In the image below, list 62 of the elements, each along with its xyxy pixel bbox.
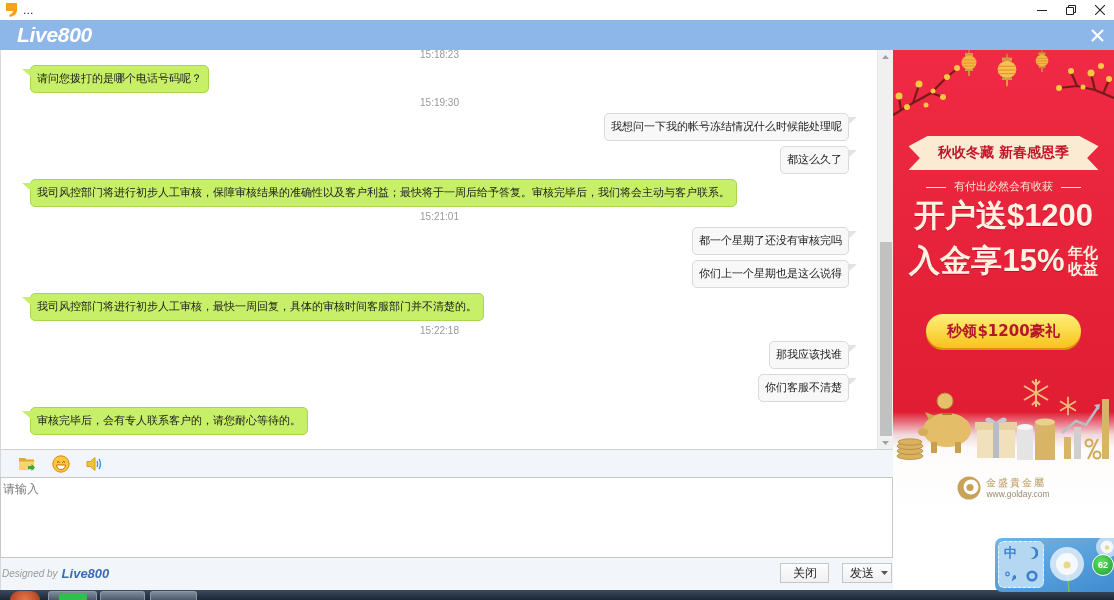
arrow-down-icon[interactable]	[882, 440, 889, 445]
visitor-message: 你们客服不清楚	[758, 374, 857, 402]
ad-subline: 入金享15%	[909, 242, 1065, 280]
cylinder-drawing	[1035, 418, 1055, 460]
timestamp: 15:19:30	[420, 98, 459, 108]
send-button[interactable]: 发送	[842, 563, 892, 583]
agent-message: 请问您拨打的是哪个电话号码呢？	[22, 65, 209, 93]
timestamp: 15:18:23	[420, 50, 459, 60]
app-icon	[58, 593, 87, 600]
close-button[interactable]: 关闭	[780, 563, 829, 583]
speaker-icon[interactable]	[86, 455, 103, 472]
agent-message: 我司风控部门将进行初步人工审核，保障审核结果的准确性以及客户利益；最快将于一周后给予答复。审核完毕后，我们将会主动与客户联系。	[22, 179, 737, 207]
input-mode-toggle[interactable]: 中	[1003, 546, 1017, 561]
ad-tagline: 有付出必然会有收获	[954, 180, 1053, 194]
dandelion-drawing	[1047, 544, 1087, 592]
caret-icon[interactable]	[881, 571, 888, 575]
punctuation-icon[interactable]	[1004, 570, 1016, 581]
minimize-icon[interactable]	[1036, 9, 1047, 11]
ad-brand-name: 金盛貴金屬	[986, 477, 1048, 489]
ad-cta-button[interactable]: 秒领$1200豪礼	[926, 314, 1081, 348]
taskbar-button[interactable]	[100, 591, 145, 600]
taskbar-button[interactable]	[150, 591, 197, 600]
ad-headline: 开户送$1200	[913, 198, 1094, 234]
scrollbar-thumb[interactable]	[879, 242, 892, 436]
piggy-bank-drawing	[917, 392, 973, 454]
lantern-icon	[997, 53, 1017, 87]
agent-message: 审核完毕后，会有专人联系客户的，请您耐心等待的。	[22, 407, 308, 435]
snowflake-icon	[1058, 396, 1078, 416]
visitor-message: 都这么久了	[780, 146, 857, 174]
app-icon	[6, 3, 17, 17]
logo-icon	[957, 476, 982, 500]
close-icon[interactable]	[1094, 5, 1105, 15]
start-button[interactable]	[10, 591, 40, 600]
lantern-icon	[961, 50, 977, 76]
visitor-message: 那我应该找谁	[769, 341, 857, 369]
counter-badge: 62	[1092, 554, 1114, 576]
coin-stack-drawing	[895, 438, 925, 460]
folder-icon[interactable]	[18, 455, 36, 472]
brand-link[interactable]: Live800	[61, 565, 110, 581]
visitor-message: 都一个星期了还没有审核完吗	[692, 227, 857, 255]
gift-box-drawing	[975, 416, 1017, 460]
timestamp: 15:22:18	[420, 326, 459, 336]
credit-text: Designed by	[2, 567, 58, 579]
window-title: ...	[23, 3, 34, 17]
visitor-message: 我想问一下我的帐号冻结情况什么时候能处理呢	[604, 113, 857, 141]
ad-yield-label: 年化收益	[1067, 245, 1098, 277]
ad-url: www.golday.com	[986, 489, 1050, 499]
snowflake-icon	[1021, 378, 1051, 408]
ring-icon[interactable]	[1026, 569, 1038, 582]
visitor-message: 你们上一个星期也是这么说得	[692, 260, 857, 288]
app-logo: Live800	[17, 23, 92, 47]
input-field[interactable]: 请输入	[0, 477, 893, 558]
smiley-icon[interactable]	[52, 454, 70, 473]
arrow-up-icon[interactable]	[882, 54, 889, 59]
bar-chart-drawing	[1060, 397, 1112, 461]
ad-ribbon: 秋收冬藏 新春感恩季	[908, 136, 1099, 170]
cylinder-drawing	[1017, 424, 1033, 460]
restore-icon[interactable]	[1065, 5, 1076, 15]
lantern-icon	[1035, 50, 1049, 72]
timestamp: 15:21:01	[420, 212, 459, 222]
agent-message: 我司风控部门将进行初步人工审核，最快一周回复，具体的审核时间客服部门并不清楚的。	[22, 293, 484, 321]
taskbar-button[interactable]	[48, 591, 97, 600]
